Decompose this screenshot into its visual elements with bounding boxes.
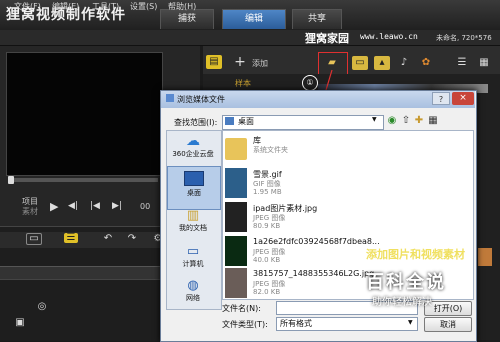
grid-view-icon[interactable]: ▦ [476, 56, 492, 70]
file-type: 系统文件夹 [253, 146, 288, 154]
menu-help[interactable]: 帮助(H) [168, 1, 196, 12]
watermark-title: 百科全说 [366, 272, 446, 293]
image-filter-icon[interactable]: ▴ [374, 56, 390, 70]
new-folder-icon[interactable]: ✚ [413, 114, 425, 128]
dialog-app-icon [166, 94, 174, 102]
chevron-down-icon[interactable]: ▼ [372, 116, 377, 123]
place-label: 网络 [186, 294, 200, 302]
watermark-subtitle: 助你轻松解决 [372, 297, 432, 308]
effects-icon[interactable]: ✿ [418, 56, 434, 70]
dialog-title: 浏览媒体文件 [177, 95, 225, 104]
step-back-icon[interactable]: ◀| [68, 201, 78, 211]
menu-settings[interactable]: 设置(S) [130, 1, 157, 12]
place-label: 桌面 [187, 189, 201, 197]
image-icon [225, 236, 247, 266]
preview-screen [6, 52, 163, 176]
storyboard-view-icon[interactable]: ▭ [26, 233, 42, 245]
menu-bar [0, 30, 500, 46]
back-icon[interactable]: ◉ [386, 114, 398, 128]
annotation-text: 添加图片和视频素材 [366, 248, 465, 261]
close-button[interactable]: × [452, 92, 474, 105]
file-size: 40.0 KB [253, 256, 281, 264]
place-network[interactable]: ◍ 网络 [167, 278, 219, 320]
documents-icon: ▥ [186, 208, 200, 223]
image-icon [225, 268, 247, 298]
look-in-label: 查找范围(I): [174, 118, 218, 127]
look-in-value: 桌面 [238, 117, 254, 126]
project-info: 未命名, 720*576 [436, 34, 492, 42]
list-item[interactable]: 雪景.gif GIF 图像 1.95 MB [223, 166, 403, 200]
undo-icon[interactable]: ↶ [100, 232, 116, 246]
tab-capture[interactable]: 捕获 [160, 9, 214, 29]
clip-label[interactable]: 素材 [22, 206, 38, 217]
file-size: 82.0 KB [253, 288, 281, 296]
desktop-icon [184, 171, 204, 186]
menu-file[interactable]: 文件(F) [14, 1, 41, 12]
folder-icon [225, 138, 247, 160]
list-item[interactable]: ipad图片素材.jpg JPEG 图像 80.9 KB [223, 200, 403, 234]
track-divider [0, 279, 160, 280]
filetype-select[interactable]: 所有格式 [276, 317, 418, 331]
sample-label[interactable]: 样本 [235, 78, 251, 89]
file-size: 80.9 KB [253, 222, 281, 230]
cancel-button[interactable]: 取消 [424, 317, 472, 332]
timeline-view-icon[interactable]: ☰ [64, 233, 78, 243]
add-label[interactable]: 添加 [252, 58, 268, 69]
prev-icon[interactable]: |◀ [90, 201, 100, 211]
cloud-icon: ☁ [186, 133, 200, 149]
play-icon[interactable]: ▶ [50, 200, 58, 213]
menu-tools[interactable]: 工具(T) [92, 1, 119, 12]
library-thumb-right[interactable] [478, 248, 492, 266]
image-icon [225, 168, 247, 198]
list-item[interactable]: 库 系统文件夹 [223, 132, 403, 166]
network-icon: ◍ [187, 278, 199, 293]
image-icon [225, 202, 247, 232]
menu-edit[interactable]: 编辑(E) [52, 1, 79, 12]
view-menu-icon[interactable]: ▦ [427, 114, 439, 128]
place-desktop[interactable]: 桌面 [167, 166, 221, 210]
next-icon[interactable]: ▶| [112, 201, 122, 211]
help-button[interactable]: ? [432, 92, 450, 105]
video-filter-icon[interactable]: ▭ [352, 56, 368, 70]
filetype-label: 文件类型(T): [222, 320, 268, 329]
place-label: 我的文档 [179, 224, 207, 232]
scrub-bar[interactable] [8, 178, 158, 182]
track-lock-icon[interactable]: ▣ [12, 316, 28, 330]
site-url: www.leawo.cn [360, 32, 418, 41]
tab-edit[interactable]: 编辑 [222, 9, 286, 29]
list-view-icon[interactable]: ☰ [454, 56, 470, 70]
scrub-handle[interactable] [8, 176, 14, 184]
tab-share[interactable]: 共享 [292, 9, 342, 29]
track-icon[interactable]: ◎ [34, 300, 50, 314]
timecode: 00 [140, 202, 151, 211]
filename-label: 文件名(N): [222, 304, 261, 313]
place-label: 计算机 [182, 260, 204, 268]
file-size: 1.95 MB [253, 188, 282, 196]
add-icon[interactable]: + [232, 55, 248, 69]
desktop-small-icon [225, 117, 234, 125]
audio-filter-icon[interactable]: ♪ [396, 56, 412, 70]
file-name: 3815757_1488355346L2G.jpg [253, 269, 375, 278]
file-name: 1a26e2fdfc03924568f7dbea8... [253, 237, 380, 246]
library-icon[interactable]: ▤ [206, 55, 222, 69]
place-label: 360企业云盘 [172, 150, 214, 158]
up-folder-icon[interactable]: ⇧ [400, 114, 412, 128]
chevron-down-icon[interactable]: ▼ [408, 319, 413, 326]
site-name: 狸窝家园 [305, 32, 349, 45]
redo-icon[interactable]: ↷ [124, 232, 140, 246]
computer-icon: ▭ [186, 244, 200, 259]
